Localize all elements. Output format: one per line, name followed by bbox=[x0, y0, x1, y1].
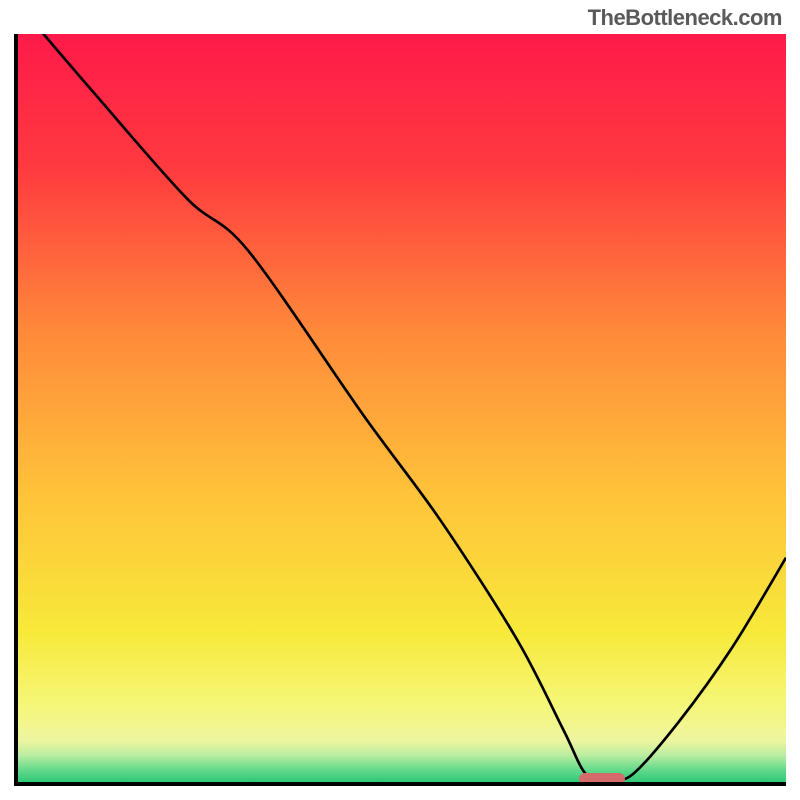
minimum-marker bbox=[579, 773, 625, 785]
chart-plot-area bbox=[14, 34, 786, 786]
chart-curve bbox=[18, 34, 786, 782]
watermark-text: TheBottleneck.com bbox=[588, 5, 782, 31]
